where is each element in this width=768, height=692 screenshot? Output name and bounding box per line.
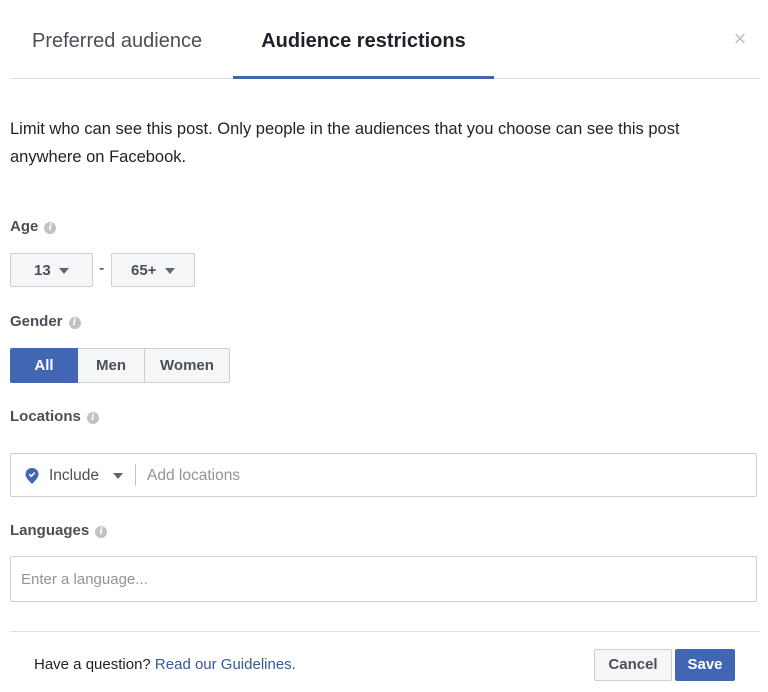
locations-divider <box>135 464 136 486</box>
gender-all-button[interactable]: All <box>10 348 78 383</box>
caret-down-icon <box>59 268 69 274</box>
locations-label: Locations <box>10 408 81 425</box>
dialog-footer: Have a question? Read our Guidelines. Ca… <box>10 631 760 692</box>
locations-label-row: Locations i <box>10 408 99 425</box>
cancel-button[interactable]: Cancel <box>594 649 672 681</box>
include-dropdown[interactable]: Include <box>49 467 123 485</box>
locations-field: Include <box>10 453 757 497</box>
caret-down-icon <box>165 268 175 274</box>
active-tab-underline <box>233 76 494 79</box>
info-icon[interactable]: i <box>95 526 108 538</box>
tab-preferred-audience[interactable]: Preferred audience <box>32 0 202 78</box>
info-icon[interactable]: i <box>44 222 57 234</box>
age-separator: - <box>99 260 105 277</box>
question-text: Have a question? <box>34 656 151 673</box>
guidelines-link[interactable]: Read our Guidelines. <box>155 656 296 673</box>
include-label: Include <box>49 467 99 484</box>
tab-audience-restrictions-label: Audience restrictions <box>261 30 466 52</box>
info-icon[interactable]: i <box>68 317 81 329</box>
gender-men-button[interactable]: Men <box>78 348 145 383</box>
help-text: Have a question? Read our Guidelines. <box>34 656 296 673</box>
age-label: Age <box>10 218 39 235</box>
languages-label-row: Languages i <box>10 522 108 539</box>
tab-bar: Preferred audience Audience restrictions <box>10 0 760 79</box>
language-input[interactable] <box>10 556 757 602</box>
gender-label: Gender <box>10 313 63 330</box>
close-icon[interactable]: × <box>727 26 753 52</box>
languages-label: Languages <box>10 522 90 539</box>
age-min-dropdown[interactable]: 13 <box>10 253 93 287</box>
location-pin-icon <box>25 468 39 484</box>
gender-women-button[interactable]: Women <box>144 348 230 383</box>
gender-label-row: Gender i <box>10 313 81 330</box>
caret-down-icon <box>113 473 123 479</box>
age-min-value: 13 <box>34 262 51 279</box>
description-text: Limit who can see this post. Only people… <box>10 120 680 166</box>
info-icon[interactable]: i <box>86 412 99 424</box>
save-button[interactable]: Save <box>675 649 735 681</box>
add-locations-input[interactable] <box>147 462 737 490</box>
age-max-value: 65+ <box>131 262 157 279</box>
tab-audience-restrictions[interactable]: Audience restrictions <box>233 0 494 79</box>
age-label-row: Age i <box>10 218 57 235</box>
age-max-dropdown[interactable]: 65+ <box>111 253 195 287</box>
